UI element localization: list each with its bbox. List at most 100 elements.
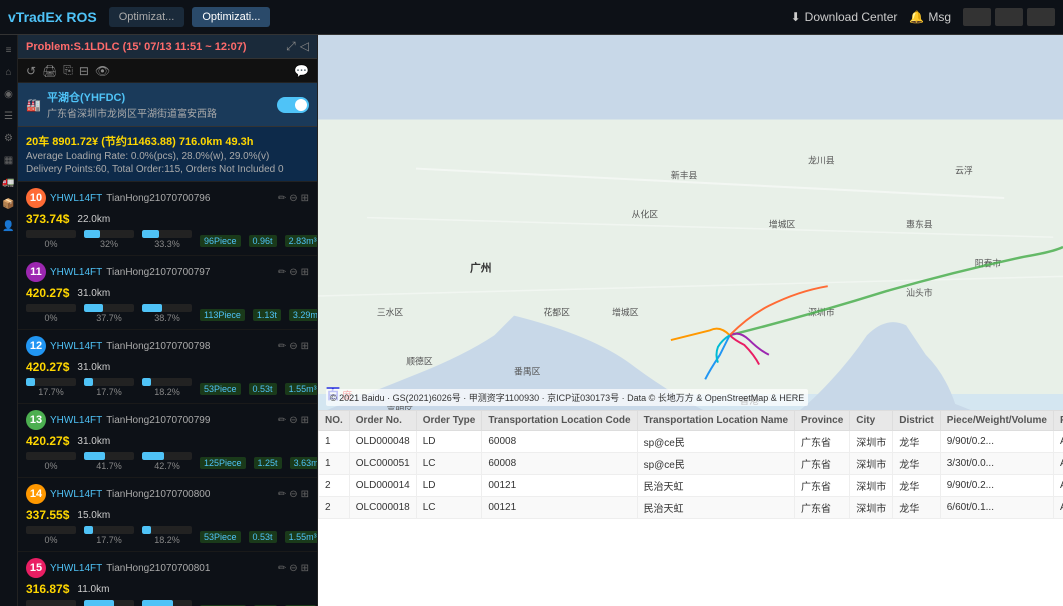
grid-icon[interactable]: ⊞ [301,267,309,278]
edit-icon[interactable]: ✏ [278,267,286,278]
btn3[interactable] [1027,8,1055,26]
collapse-icon[interactable]: ◁ [300,39,309,54]
table-scroll[interactable]: NO.Order No.Order TypeTransportation Loc… [318,410,1063,606]
route-item[interactable]: 14 YHWL14FT TianHong21070700800 ✏ ⊖ ⊞ 33… [18,478,317,552]
sidebar-truck-icon[interactable]: 🚛 [2,175,16,189]
route-vehicle: YHWL14FT [50,267,102,278]
table-row[interactable]: 2OLD000014LD00121民治天虹广东省深圳市龙华9/90t/0.2..… [319,475,1063,497]
grid-icon[interactable]: ⊞ [301,341,309,352]
table-cell: 00121 [482,497,637,519]
map-attribution: © 2021 Baidu · GS(2021)6026号 · 甲测资字11009… [326,389,808,406]
table-cell: 深圳市 [850,497,893,519]
svg-text:三水区: 三水区 [377,307,404,318]
edit-icon[interactable]: ✏ [278,489,286,500]
expand-icon[interactable]: ⤢ [286,39,296,54]
table-header-cell: Transportation Location Code [482,411,637,431]
grid-icon[interactable]: ⊞ [301,489,309,500]
svg-text:增城区: 增城区 [769,218,796,229]
table-row[interactable]: 1OLC000051LC60008sp@ce民广东省深圳市龙华3/30t/0.0… [319,453,1063,475]
table-header-cell: Order No. [349,411,416,431]
share-icon[interactable]: ⎘ [63,63,73,78]
grid-icon[interactable]: ⊞ [301,415,309,426]
route-item[interactable]: 13 YHWL14FT TianHong21070700799 ✏ ⊖ ⊞ 42… [18,404,317,478]
msg-button[interactable]: 🔔 Msg [909,10,951,24]
route-bars: 0% 41.7% 42.7% 125Piece 1.25t 3.63m³ [26,452,309,471]
sidebar-map-icon[interactable]: ◉ [2,87,16,101]
bar-weight: 59.3% [84,600,134,606]
table-cell: 1 [319,453,350,475]
edit-icon[interactable]: ✏ [278,193,286,204]
minus-icon[interactable]: ⊖ [289,193,297,204]
table-cell: A [1053,497,1063,519]
table-row[interactable]: 1OLD000048LD60008sp@ce民广东省深圳市龙华9/90t/0.2… [319,431,1063,453]
route-bars: 0% 59.3% 61.2% 176Piece 1.7t 5.2m³ [26,600,309,606]
sidebar-home-icon[interactable]: ⌂ [2,65,16,79]
bar-weight: 41.7% [84,452,134,471]
table-cell: A [1053,475,1063,497]
svg-text:汕头市: 汕头市 [906,287,933,298]
sidebar-package-icon[interactable]: 📦 [2,197,16,211]
table-header-cell: Province [795,411,850,431]
route-cost: 420.27$ [26,360,69,374]
print-icon[interactable]: 🖨 [42,64,57,78]
bar-weight: 32% [84,230,134,249]
route-pieces: 125Piece 1.25t 3.63m³ [200,457,317,469]
btn2[interactable] [995,8,1023,26]
edit-icon[interactable]: ✏ [278,563,286,574]
minus-icon[interactable]: ⊖ [289,341,297,352]
edit-icon[interactable]: ✏ [278,415,286,426]
bar-pcs: 17.7% [26,378,76,397]
route-cost: 420.27$ [26,434,69,448]
bottom-table: NO.Order No.Order TypeTransportation Loc… [318,410,1063,606]
sidebar-menu-icon[interactable]: ≡ [2,43,16,57]
btn1[interactable] [963,8,991,26]
minus-icon[interactable]: ⊖ [289,489,297,500]
sidebar-list-icon[interactable]: ☰ [2,109,16,123]
route-pieces: 96Piece 0.96t 2.83m³ [200,235,317,247]
grid-icon[interactable]: ⊞ [301,563,309,574]
route-dist: 31.0km [77,436,110,447]
edit-icon[interactable]: ✏ [278,341,286,352]
route-item[interactable]: 15 YHWL14FT TianHong21070700801 ✏ ⊖ ⊞ 31… [18,552,317,606]
refresh-icon[interactable]: ↺ [26,64,36,78]
volume: 1.55m³ [285,531,317,543]
route-vehicle: YHWL14FT [50,415,102,426]
svg-text:云浮: 云浮 [955,164,973,175]
bar-weight: 17.7% [84,378,134,397]
sidebar-person-icon[interactable]: 👤 [2,219,16,233]
table-cell: 2 [319,475,350,497]
panel-toolbar: ↺ 🖨 ⎘ ⊟ 👁 💬 [18,59,317,83]
sidebar-chart-icon[interactable]: ▦ [2,153,16,167]
svg-text:番禺区: 番禺区 [514,365,541,376]
route-vehicle: YHWL14FT [50,563,102,574]
route-item[interactable]: 12 YHWL14FT TianHong21070700798 ✏ ⊖ ⊞ 42… [18,330,317,404]
route-header: 14 YHWL14FT TianHong21070700800 ✏ ⊖ ⊞ [26,484,309,504]
route-item[interactable]: 10 YHWL14FT TianHong21070700796 ✏ ⊖ ⊞ 37… [18,182,317,256]
download-center-button[interactable]: ⬇ Download Center [791,10,898,24]
tab-2[interactable]: Optimizati... [192,7,270,27]
route-header: 12 YHWL14FT TianHong21070700798 ✏ ⊖ ⊞ [26,336,309,356]
main-layout: ≡ ⌂ ◉ ☰ ⚙ ▦ 🚛 📦 👤 Problem:S.1LDLC (15' 0… [0,35,1063,606]
table-cell: 广东省 [795,497,850,519]
filter-icon[interactable]: ⊟ [79,64,89,78]
minus-icon[interactable]: ⊖ [289,563,297,574]
table-cell: 深圳市 [850,475,893,497]
tab-1[interactable]: Optimizat... [109,7,185,27]
eye-icon[interactable]: 👁 [95,64,110,78]
route-cost: 337.55$ [26,508,69,522]
depot-toggle[interactable] [277,97,309,113]
left-panel: Problem:S.1LDLC (15' 07/13 11:51 ~ 12:07… [18,35,318,606]
table-row[interactable]: 2OLC000018LC00121民治天虹广东省深圳市龙华6/60t/0.1..… [319,497,1063,519]
minus-icon[interactable]: ⊖ [289,267,297,278]
bar-volume: 18.2% [142,526,192,545]
minus-icon[interactable]: ⊖ [289,415,297,426]
chat-icon[interactable]: 💬 [294,64,309,78]
sidebar-settings-icon[interactable]: ⚙ [2,131,16,145]
bar-weight: 17.7% [84,526,134,545]
table-cell: 广东省 [795,453,850,475]
summary-title: 20车 8901.72¥ (节约11463.88) 716.0km 49.3h [26,133,309,149]
orders-table: NO.Order No.Order TypeTransportation Loc… [318,410,1063,519]
route-item[interactable]: 11 YHWL14FT TianHong21070700797 ✏ ⊖ ⊞ 42… [18,256,317,330]
grid-icon[interactable]: ⊞ [301,193,309,204]
route-header: 11 YHWL14FT TianHong21070700797 ✏ ⊖ ⊞ [26,262,309,282]
